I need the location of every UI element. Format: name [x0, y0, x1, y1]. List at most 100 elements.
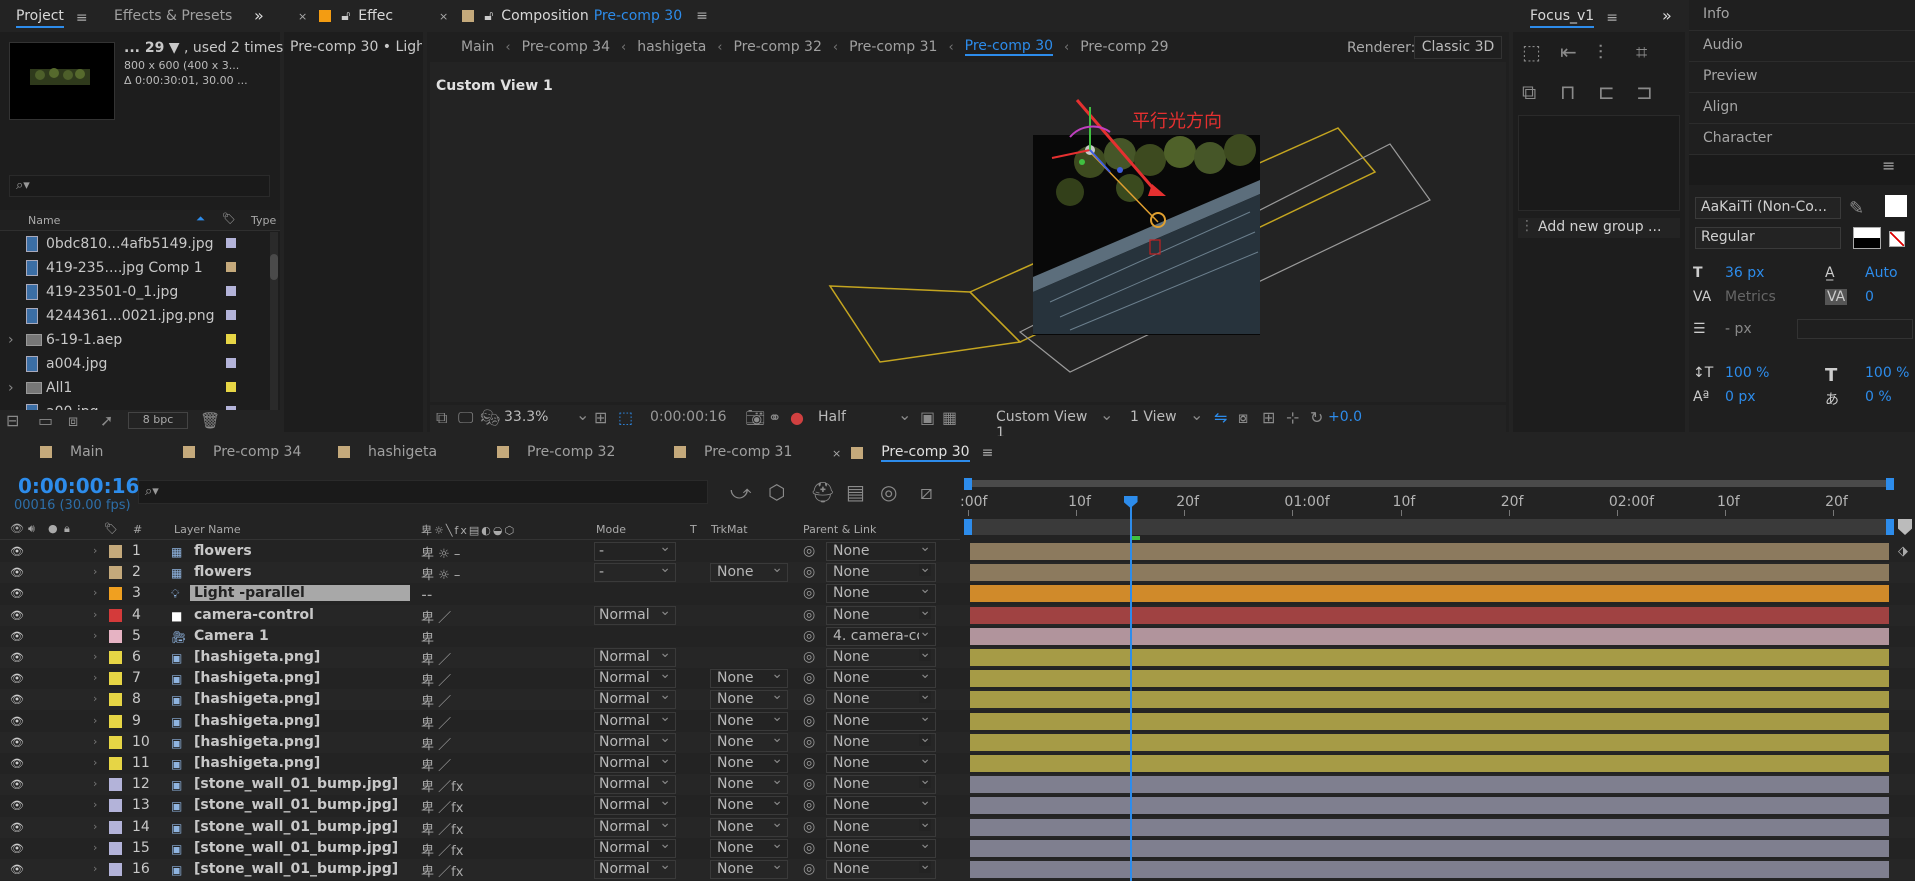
monitor-icon[interactable]: 🖵 — [458, 410, 473, 426]
lock-switch-icon[interactable]: 🔒︎ — [64, 522, 70, 536]
layer-duration-bar[interactable] — [970, 861, 1889, 878]
new-composition-icon[interactable]: ⧈ — [68, 413, 78, 429]
layer-name[interactable]: camera-control — [194, 607, 314, 623]
parent-pickwhip-icon[interactable]: ◎ — [803, 713, 815, 729]
parent-link-select[interactable]: None — [826, 796, 936, 816]
parent-link-select[interactable]: None — [826, 605, 936, 625]
parent-pickwhip-icon[interactable]: ◎ — [803, 564, 815, 580]
breadcrumb-item[interactable]: Pre-comp 30 — [964, 38, 1054, 56]
kerning-value[interactable]: Metrics — [1725, 289, 1776, 305]
menu-icon[interactable]: ≡ — [1882, 158, 1895, 174]
blend-mode-select[interactable]: Normal — [594, 836, 676, 858]
toggle-pixel-aspect-icon[interactable]: ⇋ — [1214, 410, 1227, 426]
layer-switches[interactable]: 卑 ☼ – — [421, 543, 460, 562]
parent-link-select[interactable]: None — [826, 732, 936, 752]
close-icon[interactable]: × — [298, 10, 307, 23]
add-new-group-button[interactable]: ⋮ Add new group ... — [1518, 218, 1680, 238]
layer-name[interactable]: [stone_wall_01_bump.jpg] — [194, 819, 398, 835]
layer-name[interactable]: [hashigeta.png] — [194, 713, 320, 729]
track-matte-select[interactable]: None — [710, 836, 788, 858]
focus-tool-6-icon[interactable]: ⊓ — [1560, 82, 1576, 102]
expand-arrow-icon[interactable]: › — [93, 820, 97, 833]
parent-pickwhip-icon[interactable]: ◎ — [803, 797, 815, 813]
node-icon[interactable]: ⊹ — [1286, 410, 1299, 426]
reset-exposure-icon[interactable]: ↻ — [1310, 410, 1323, 426]
parent-pickwhip-icon[interactable]: ◎ — [803, 861, 815, 877]
visibility-eye-icon[interactable]: 👁 — [10, 566, 24, 579]
blend-mode-select[interactable]: Normal — [594, 709, 676, 731]
layer-name[interactable]: [hashigeta.png] — [194, 670, 320, 686]
blend-mode-select[interactable]: Normal — [594, 857, 676, 879]
timeline-icon[interactable]: ⧇ — [1238, 410, 1248, 426]
breadcrumb-item[interactable]: Pre-comp 34 — [522, 39, 610, 55]
zoom-select[interactable]: 33.3% — [504, 409, 578, 425]
expand-arrow-icon[interactable]: › — [93, 586, 97, 599]
baseline-shift-value[interactable]: 0 px — [1725, 389, 1756, 405]
thumb-dropdown-icon[interactable]: ▼ — [169, 40, 180, 56]
horizontal-scale-value[interactable]: 100 % — [1865, 365, 1909, 381]
timeline-tab[interactable]: Main — [40, 444, 103, 460]
layer-duration-bar[interactable] — [970, 776, 1889, 794]
track-matte-select[interactable]: None — [710, 687, 788, 710]
track-matte-select[interactable]: None — [710, 730, 788, 752]
effects-presets-tab[interactable]: Effects & Presets — [114, 8, 232, 24]
layer-switches[interactable]: 卑 ／fx — [421, 840, 463, 859]
layer-switches[interactable]: 卑 ／fx — [421, 819, 463, 838]
expand-arrow-icon[interactable]: › — [93, 671, 97, 684]
blend-mode-select[interactable]: - — [594, 560, 676, 583]
time-ruler[interactable] — [964, 478, 1894, 514]
font-family-select[interactable]: AaKaiTi (Non-Co... — [1695, 197, 1841, 219]
timeline-tab[interactable]: × Pre-comp 30 ≡ — [832, 444, 993, 462]
layer-label-color[interactable] — [109, 629, 122, 643]
layer-duration-bar[interactable] — [970, 543, 1889, 560]
layer-duration-bar[interactable] — [970, 649, 1889, 666]
chevron-down-icon[interactable]: ⌄ — [1100, 407, 1113, 423]
layer-label-color[interactable] — [109, 587, 122, 601]
layer-switches[interactable]: 卑 ／ — [421, 649, 451, 668]
mask-icon[interactable]: 🎭︎ — [480, 410, 500, 426]
layer-name-header[interactable]: Layer Name — [174, 523, 241, 536]
layer-label-color[interactable] — [109, 735, 122, 749]
parent-pickwhip-icon[interactable]: ◎ — [803, 670, 815, 686]
expand-arrow-icon[interactable]: › — [93, 565, 97, 578]
focus-tool-2-icon[interactable]: ⇤ — [1560, 42, 1577, 62]
parent-link-select[interactable]: None — [826, 669, 936, 689]
visibility-eye-icon[interactable]: 👁 — [10, 736, 24, 749]
flowchart-icon[interactable]: ⊞ — [1262, 410, 1275, 426]
expand-arrow-icon[interactable]: › — [93, 735, 97, 748]
side-panel-align[interactable]: Align — [1689, 93, 1915, 124]
blend-mode-select[interactable]: Normal — [594, 793, 676, 816]
project-item[interactable]: 4244361...0021.jpg.png — [0, 304, 270, 328]
parent-pickwhip-icon[interactable]: ◎ — [803, 734, 815, 750]
composition-flowchart-icon[interactable]: ⤻ — [730, 482, 751, 502]
project-item[interactable]: a004.jpg — [0, 352, 270, 376]
chevron-down-icon[interactable]: ⌄ — [898, 407, 911, 423]
sort-ascending-icon[interactable]: ⏶ — [196, 212, 205, 226]
time-navigator[interactable] — [964, 519, 1894, 535]
layer-name[interactable]: [hashigeta.png] — [194, 649, 320, 665]
parent-link-select[interactable]: None — [826, 648, 936, 667]
timeline-tab[interactable]: Pre-comp 32 — [497, 444, 615, 460]
lock-icon[interactable]: 🔓︎ — [341, 8, 350, 24]
layer-label-color[interactable] — [109, 672, 122, 686]
layer-label-color[interactable] — [109, 799, 122, 813]
label-color-swatch[interactable] — [226, 238, 236, 248]
project-search-input[interactable]: ⌕▾ — [9, 175, 270, 197]
close-icon[interactable]: × — [832, 447, 841, 460]
chevron-down-icon[interactable]: ⌄ — [1190, 407, 1203, 423]
close-icon[interactable]: × — [439, 10, 448, 23]
visibility-eye-icon[interactable]: 👁 — [10, 778, 24, 791]
parent-pickwhip-icon[interactable]: ◎ — [803, 840, 815, 856]
layer-duration-bar[interactable] — [970, 733, 1889, 751]
font-size-value[interactable]: 36 px — [1725, 265, 1764, 281]
parent-link-select[interactable]: None — [826, 775, 936, 795]
layer-label-color[interactable] — [109, 863, 122, 876]
parent-link-select[interactable]: None — [826, 690, 936, 710]
visibility-eye-icon[interactable]: 👁 — [10, 842, 24, 855]
layer-switches[interactable]: ⚋ — [421, 585, 433, 600]
breadcrumb-item[interactable]: Main — [461, 39, 494, 55]
focus-tool-8-icon[interactable]: ⊐ — [1636, 82, 1653, 102]
expand-arrow-icon[interactable]: › — [8, 380, 14, 396]
expand-panels-icon[interactable]: » — [254, 8, 264, 24]
fill-color-swatch[interactable] — [1885, 195, 1907, 217]
